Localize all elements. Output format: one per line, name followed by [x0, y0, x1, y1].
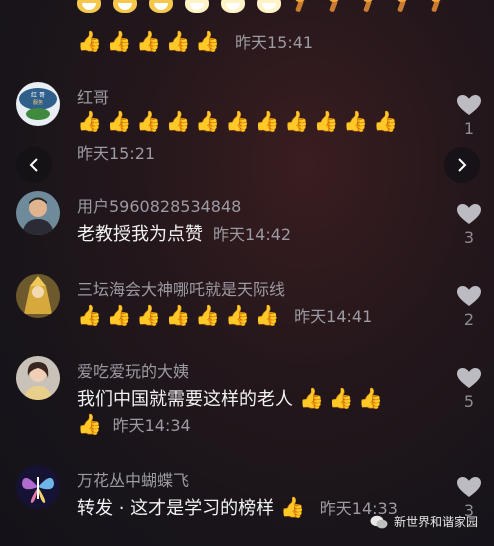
like-count: 3 — [463, 228, 475, 247]
thumbs-up-emoji-icon: 👍 — [299, 386, 324, 410]
thumbs-up-emoji-icon: 👍 — [165, 29, 191, 53]
thumbs-up-emoji-icon: 👍 — [106, 303, 132, 327]
thumbs-up-emoji-icon: 👍 — [372, 109, 398, 133]
like-button[interactable]: 2 — [455, 285, 483, 329]
thumbs-up-emoji-icon: 👍 — [284, 109, 310, 133]
heart-icon — [457, 477, 481, 497]
chevron-left-icon — [29, 158, 38, 172]
thumbs-up-emoji-icon: 👍 — [77, 109, 102, 133]
thumbs-up-emoji-icon: 👍 — [280, 495, 306, 519]
comment-text: 老教授我为点赞 — [77, 224, 203, 245]
chevron-right-icon — [458, 158, 467, 172]
comment-time: 昨天14:41 — [294, 307, 373, 326]
thumbs-up-emoji-icon: 👍 — [254, 109, 280, 133]
heart-icon — [457, 95, 481, 115]
svg-text:服务: 服务 — [33, 99, 43, 106]
grin-emoji-icon — [149, 0, 173, 13]
thumbs-up-emoji-icon: 👍 — [195, 29, 221, 53]
comment-time: 昨天15:21 — [77, 144, 156, 163]
thumbs-up-emoji-icon: 👍 — [136, 29, 162, 53]
thumbs-up-emoji-icon: 👍 — [195, 109, 221, 133]
comment-text: 我们中国就需要这样的老人 — [77, 389, 293, 410]
thumbs-up-emoji-icon: 👍 — [77, 303, 102, 327]
thumbs-up-emoji-icon: 👍 — [328, 386, 354, 410]
comment-username[interactable]: 三坛海会大神哪吒就是天际线 — [77, 276, 285, 300]
heart-icon — [457, 204, 481, 224]
torch-emoji-icon — [395, 0, 409, 14]
thumbs-up-emoji-icon: 👍 — [165, 303, 191, 327]
comment-body: 我们中国就需要这样的老人 👍 👍 👍 — [77, 385, 388, 411]
grin-emoji-icon — [113, 0, 137, 13]
thumbs-up-emoji-icon: 👍 — [77, 29, 102, 53]
thumbs-up-emoji-icon: 👍 — [343, 109, 369, 133]
like-button[interactable]: 5 — [455, 367, 483, 411]
comment-time: 昨天15:41 — [234, 33, 314, 52]
heart-icon — [457, 368, 481, 388]
comment-username[interactable]: 爱吃爱玩的大姨 — [77, 358, 189, 382]
torch-emoji-icon — [429, 0, 443, 14]
laugh-emoji-icon — [221, 0, 245, 13]
comment-username[interactable]: 万花丛中蝴蝶飞 — [77, 467, 189, 491]
comment-time: 昨天14:34 — [112, 416, 191, 435]
avatar[interactable] — [16, 465, 60, 509]
prev-button[interactable] — [16, 147, 52, 183]
emoji-row: 👍 👍 👍 👍 👍 👍 👍 昨天14:41 — [77, 303, 372, 327]
comment-body: 老教授我为点赞 昨天14:42 — [77, 220, 291, 246]
thumbs-up-emoji-icon: 👍 — [136, 109, 162, 133]
like-count: 5 — [463, 392, 475, 411]
wechat-icon — [370, 515, 388, 528]
torch-emoji-icon — [327, 0, 341, 14]
emoji-row-top-partial — [77, 0, 463, 14]
thumbs-up-emoji-icon: 👍 — [136, 303, 162, 327]
torch-emoji-icon — [293, 0, 307, 14]
thumbs-up-emoji-icon: 👍 — [254, 303, 280, 327]
comment-username[interactable]: 红哥 — [77, 84, 109, 108]
emoji-row-top: 👍 👍 👍 👍 👍 昨天15:41 — [77, 29, 313, 53]
comment-time: 昨天14:42 — [213, 225, 292, 244]
comment-text: 转发 · 这才是学习的榜样 — [77, 498, 275, 519]
laugh-emoji-icon — [185, 0, 209, 13]
thumbs-up-emoji-icon: 👍 — [165, 109, 191, 133]
like-count: 1 — [463, 119, 475, 138]
comment-username[interactable]: 用户5960828534848 — [77, 193, 241, 217]
thumbs-up-emoji-icon: 👍 — [313, 109, 339, 133]
avatar[interactable] — [16, 191, 60, 235]
thumbs-up-emoji-icon: 👍 — [224, 109, 250, 133]
next-button[interactable] — [444, 147, 480, 183]
thumbs-up-emoji-icon: 👍 — [106, 109, 132, 133]
like-count: 2 — [463, 310, 475, 329]
emoji-row: 👍 👍 👍 👍 👍 👍 👍 👍 👍 👍 👍 — [77, 109, 403, 133]
svg-text:红 哥: 红 哥 — [31, 91, 45, 99]
comment-body: 转发 · 这才是学习的榜样 👍 昨天14:33 — [77, 494, 398, 520]
thumbs-up-emoji-icon: 👍 — [358, 386, 384, 410]
thumbs-up-emoji-icon: 👍 — [195, 303, 221, 327]
thumbs-up-emoji-icon: 👍 — [77, 412, 102, 436]
avatar[interactable]: 红 哥 服务 — [16, 82, 60, 126]
heart-icon — [457, 286, 481, 306]
avatar[interactable] — [16, 356, 60, 400]
laugh-emoji-icon — [257, 0, 281, 13]
watermark: 新世界和谐家园 — [370, 513, 478, 530]
thumbs-up-emoji-icon: 👍 — [106, 29, 132, 53]
like-button[interactable]: 1 — [455, 94, 483, 138]
torch-emoji-icon — [361, 0, 375, 14]
comment-body-line2: 👍 昨天14:34 — [77, 412, 191, 436]
grin-emoji-icon — [77, 0, 101, 13]
thumbs-up-emoji-icon: 👍 — [224, 303, 250, 327]
watermark-label: 新世界和谐家园 — [394, 515, 479, 529]
like-button[interactable]: 3 — [455, 203, 483, 247]
avatar[interactable] — [16, 274, 60, 318]
